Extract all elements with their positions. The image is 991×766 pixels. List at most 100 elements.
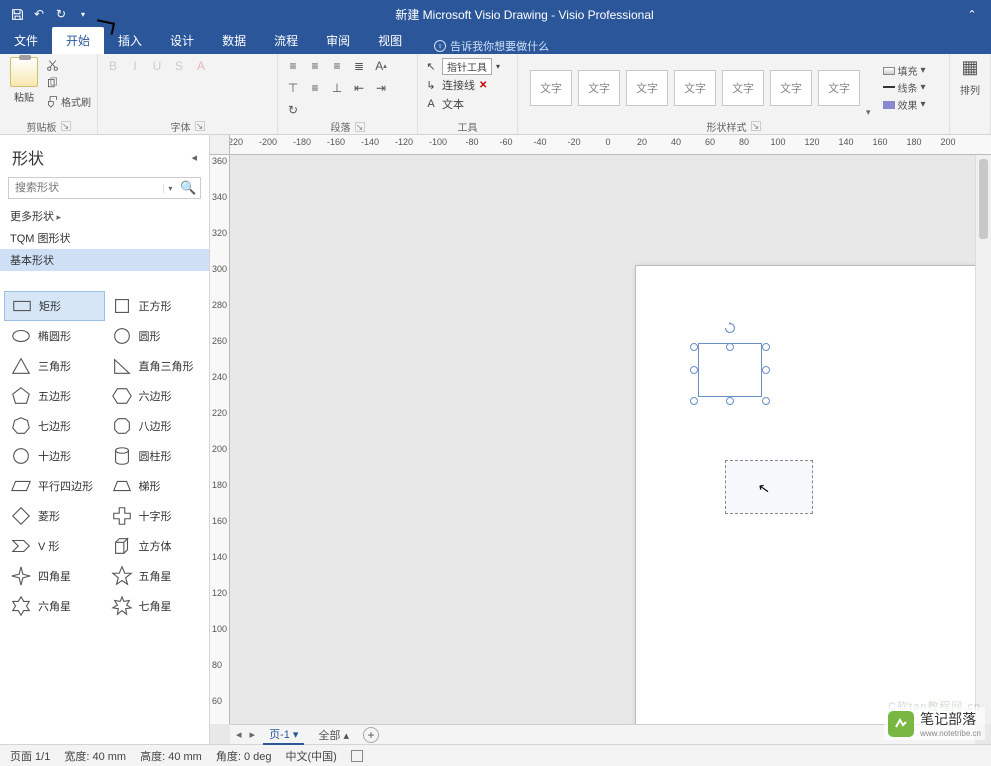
shape-octagon[interactable]: 八边形 bbox=[105, 411, 206, 441]
shape-heptagon[interactable]: 七边形 bbox=[4, 411, 105, 441]
shape-parallelogram[interactable]: 平行四边形 bbox=[4, 471, 105, 501]
search-input[interactable] bbox=[9, 180, 163, 196]
shape-decagon[interactable]: 十边形 bbox=[4, 441, 105, 471]
tell-me-search[interactable]: ♀ 告诉我你想要做什么 bbox=[434, 38, 549, 54]
dialog-launcher-icon[interactable]: ↘ bbox=[195, 121, 205, 131]
dialog-launcher-icon[interactable]: ↘ bbox=[61, 121, 71, 131]
arrange-icon[interactable]: ▦ bbox=[961, 57, 978, 78]
shape-diamond[interactable]: 菱形 bbox=[4, 501, 105, 531]
tab-data[interactable]: 数据 bbox=[208, 27, 260, 54]
vertical-scrollbar[interactable] bbox=[975, 155, 991, 724]
resize-handle[interactable] bbox=[690, 397, 698, 405]
pointer-tool-button[interactable]: ↖指针工具▾ bbox=[424, 57, 500, 75]
style-preset-6[interactable]: 文字 bbox=[770, 70, 812, 106]
strike-button[interactable]: S bbox=[170, 57, 188, 75]
style-preset-5[interactable]: 文字 bbox=[722, 70, 764, 106]
indent-dec-button[interactable]: ⇤ bbox=[350, 79, 368, 97]
shape-cross[interactable]: 十字形 bbox=[105, 501, 206, 531]
style-preset-7[interactable]: 文字 bbox=[818, 70, 860, 106]
save-icon[interactable] bbox=[10, 7, 24, 21]
font-size-button[interactable]: A▴ bbox=[372, 57, 390, 75]
resize-handle[interactable] bbox=[762, 366, 770, 374]
record-macro-icon[interactable] bbox=[351, 750, 363, 762]
close-icon[interactable]: ✕ bbox=[479, 80, 487, 91]
shape-circle[interactable]: 圆形 bbox=[105, 321, 206, 351]
style-gallery-more-icon[interactable]: ▾ bbox=[866, 107, 871, 118]
horizontal-ruler[interactable]: -220-200-180-160-140-120-100-80-60-40-20… bbox=[230, 135, 991, 155]
redo-icon[interactable]: ↻ bbox=[54, 7, 68, 21]
stencil-tqm[interactable]: TQM 图形状 bbox=[0, 227, 209, 249]
valign-mid-button[interactable]: ≡ bbox=[306, 79, 324, 97]
format-painter-button[interactable]: 格式刷 bbox=[46, 93, 91, 109]
search-icon[interactable]: 🔍 bbox=[177, 180, 200, 196]
style-preset-1[interactable]: 文字 bbox=[530, 70, 572, 106]
style-preset-3[interactable]: 文字 bbox=[626, 70, 668, 106]
rotate-handle[interactable] bbox=[724, 321, 736, 333]
tab-review[interactable]: 审阅 bbox=[312, 27, 364, 54]
effects-button[interactable]: 效果 ▾ bbox=[883, 97, 926, 113]
shape-pentagon[interactable]: 五边形 bbox=[4, 381, 105, 411]
undo-icon[interactable]: ↶ bbox=[32, 7, 46, 21]
valign-top-button[interactable]: ⊤ bbox=[284, 79, 302, 97]
copy-button[interactable] bbox=[46, 75, 91, 91]
tab-process[interactable]: 流程 bbox=[260, 27, 312, 54]
bold-button[interactable]: B bbox=[104, 57, 122, 75]
align-center-button[interactable]: ≡ bbox=[306, 57, 324, 75]
tab-nav-prev-icon[interactable]: ◂ bbox=[236, 728, 242, 741]
tab-nav-next-icon[interactable]: ▸ bbox=[250, 728, 256, 741]
add-page-button[interactable]: + bbox=[363, 727, 379, 743]
scrollbar-thumb[interactable] bbox=[979, 159, 988, 239]
resize-handle[interactable] bbox=[690, 366, 698, 374]
shape-triangle[interactable]: 三角形 bbox=[4, 351, 105, 381]
shape-cube[interactable]: 立方体 bbox=[105, 531, 206, 561]
style-preset-4[interactable]: 文字 bbox=[674, 70, 716, 106]
shape-5star[interactable]: 五角星 bbox=[105, 561, 206, 591]
qat-dropdown-icon[interactable]: ▾ bbox=[76, 7, 90, 21]
stencil-basic-shapes[interactable]: 基本形状 bbox=[0, 249, 209, 271]
tab-home[interactable]: 开始 bbox=[52, 27, 104, 54]
paste-button[interactable]: 粘贴 bbox=[6, 57, 42, 104]
shape-6star[interactable]: 六角星 bbox=[4, 591, 105, 621]
resize-handle[interactable] bbox=[726, 343, 734, 351]
shape-trapezoid[interactable]: 梯形 bbox=[105, 471, 206, 501]
tab-view[interactable]: 视图 bbox=[364, 27, 416, 54]
underline-button[interactable]: U bbox=[148, 57, 166, 75]
shape-4star[interactable]: 四角星 bbox=[4, 561, 105, 591]
fill-button[interactable]: 填充 ▾ bbox=[883, 63, 926, 79]
line-button[interactable]: 线条 ▾ bbox=[883, 80, 926, 96]
rotate-text-button[interactable]: ↻ bbox=[284, 101, 302, 119]
shape-square[interactable]: 正方形 bbox=[105, 291, 206, 321]
text-tool-button[interactable]: A文本 bbox=[424, 95, 464, 113]
tab-file[interactable]: 文件 bbox=[0, 27, 52, 54]
shapes-search[interactable]: ▾ 🔍 bbox=[8, 177, 201, 199]
dialog-launcher-icon[interactable]: ↘ bbox=[751, 121, 761, 131]
resize-handle[interactable] bbox=[726, 397, 734, 405]
page-tab-1[interactable]: 页-1 ▾ bbox=[263, 725, 304, 745]
all-pages-tab[interactable]: 全部 ▴ bbox=[312, 726, 355, 744]
style-preset-2[interactable]: 文字 bbox=[578, 70, 620, 106]
drawing-canvas[interactable]: ↖ bbox=[230, 155, 975, 724]
resize-handle[interactable] bbox=[690, 343, 698, 351]
shape-ellipse[interactable]: 椭圆形 bbox=[4, 321, 105, 351]
more-shapes-item[interactable]: 更多形状 bbox=[0, 205, 209, 227]
font-color-button[interactable]: A bbox=[192, 57, 210, 75]
selected-shape[interactable] bbox=[690, 335, 770, 405]
shape-rectangle[interactable]: 矩形 bbox=[4, 291, 105, 321]
align-right-button[interactable]: ≡ bbox=[328, 57, 346, 75]
indent-inc-button[interactable]: ⇥ bbox=[372, 79, 390, 97]
align-left-button[interactable]: ≡ bbox=[284, 57, 302, 75]
ribbon-collapse-icon[interactable]: ⌃ bbox=[959, 8, 985, 21]
valign-bot-button[interactable]: ⊥ bbox=[328, 79, 346, 97]
resize-handle[interactable] bbox=[762, 397, 770, 405]
shape-right-triangle[interactable]: 直角三角形 bbox=[105, 351, 206, 381]
shape-hexagon[interactable]: 六边形 bbox=[105, 381, 206, 411]
cut-button[interactable] bbox=[46, 57, 91, 73]
tab-design[interactable]: 设计 bbox=[156, 27, 208, 54]
chevron-left-icon[interactable]: ◂ bbox=[191, 151, 197, 164]
connector-tool-button[interactable]: ↳连接线✕ bbox=[424, 76, 487, 94]
dialog-launcher-icon[interactable]: ↘ bbox=[355, 122, 365, 132]
shape-cylinder[interactable]: 圆柱形 bbox=[105, 441, 206, 471]
bullets-button[interactable]: ≣ bbox=[350, 57, 368, 75]
vertical-ruler[interactable]: 3603403203002802602402202001801601401201… bbox=[210, 155, 230, 724]
resize-handle[interactable] bbox=[762, 343, 770, 351]
